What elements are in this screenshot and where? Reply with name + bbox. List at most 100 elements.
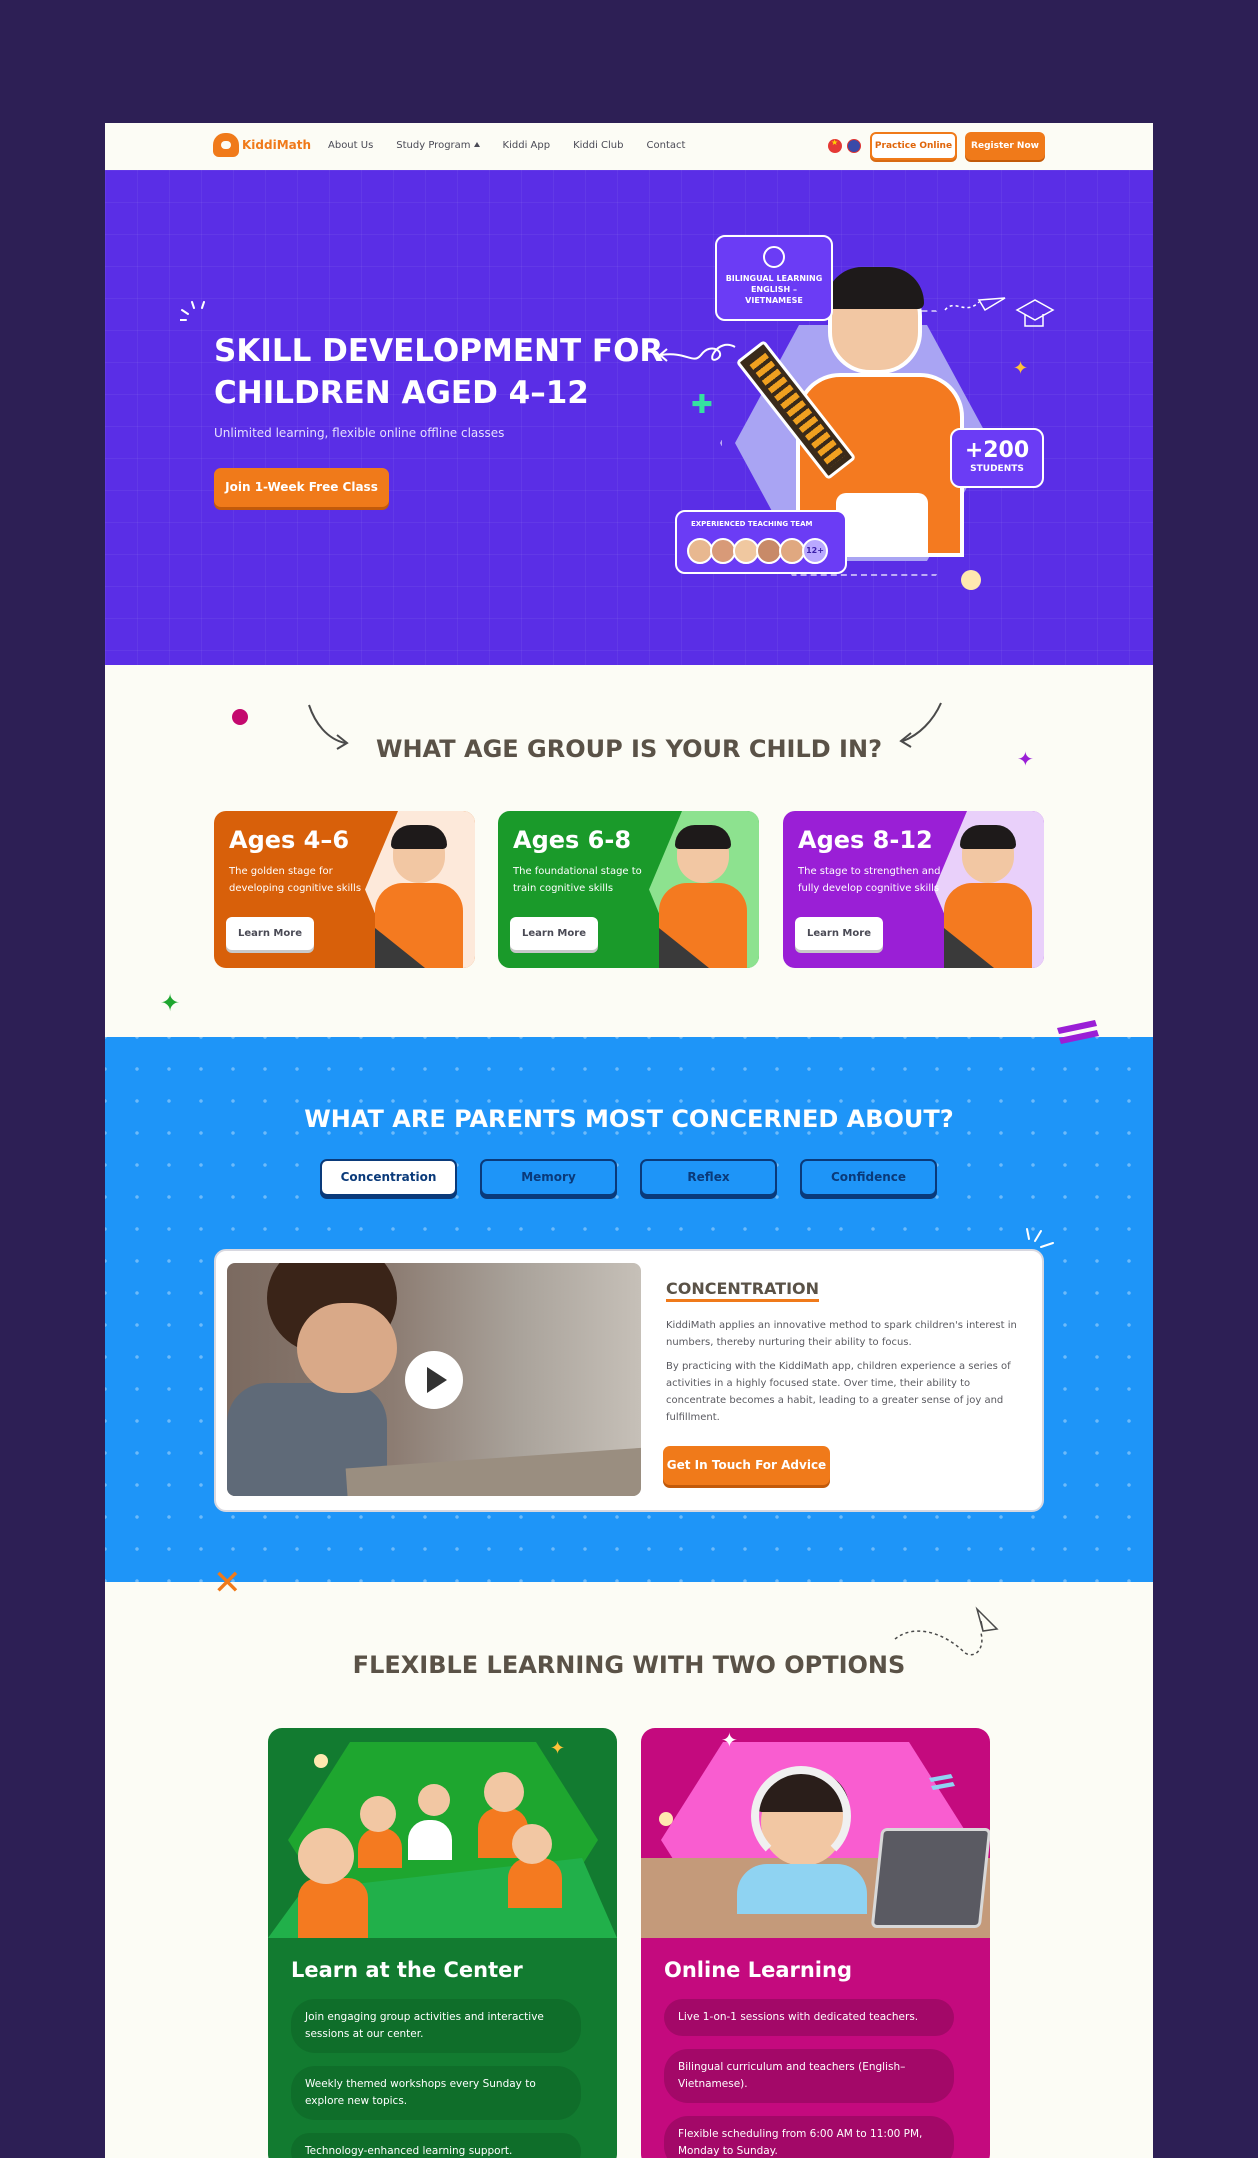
headphones-icon bbox=[751, 1766, 851, 1866]
child-image bbox=[371, 825, 467, 968]
x-icon: ✕ bbox=[213, 1563, 242, 1603]
girl-face bbox=[297, 1303, 397, 1393]
curly-arrow-icon bbox=[658, 343, 736, 362]
age-card-title: Ages 8-12 bbox=[798, 826, 933, 854]
star-icon: ✦ bbox=[550, 1738, 566, 1759]
nav-contact[interactable]: Contact bbox=[647, 140, 686, 151]
concern-paragraph-2: By practicing with the KiddiMath app, ch… bbox=[666, 1361, 1011, 1423]
video-player[interactable] bbox=[227, 1263, 641, 1496]
uk-flag-icon[interactable] bbox=[847, 139, 861, 153]
option-title: Learn at the Center bbox=[291, 1958, 523, 1982]
laptop-icon bbox=[870, 1828, 990, 1928]
learn-more-button[interactable]: Learn More bbox=[795, 917, 883, 950]
option-item: Bilingual curriculum and teachers (Engli… bbox=[664, 2049, 954, 2103]
concern-paragraph-1: KiddiMath applies an innovative method t… bbox=[666, 1320, 1017, 1348]
nav-kiddi-club[interactable]: Kiddi Club bbox=[573, 140, 623, 151]
child-image bbox=[940, 825, 1036, 968]
double-bar-icon bbox=[929, 1774, 955, 1790]
dot-decoration bbox=[961, 570, 981, 590]
dot-decoration bbox=[659, 1812, 673, 1826]
join-free-class-button[interactable]: Join 1-Week Free Class bbox=[214, 468, 389, 507]
child-body bbox=[659, 883, 747, 968]
logo-text: KiddiMath bbox=[242, 138, 312, 152]
tab-reflex[interactable]: Reflex bbox=[640, 1159, 777, 1196]
child-hair bbox=[826, 267, 924, 309]
teaching-team-badge: EXPERIENCED TEACHING TEAM 12+ bbox=[675, 510, 847, 574]
child-head bbox=[484, 1772, 524, 1812]
option-card-online: ✦ Online Learning Live 1-on-1 sessions w… bbox=[641, 1728, 990, 2158]
double-bar-icon bbox=[1057, 1020, 1099, 1044]
option-item: Technology-enhanced learning support. bbox=[291, 2133, 581, 2158]
child-shirt bbox=[737, 1864, 867, 1914]
students-count: +200 bbox=[964, 438, 1030, 463]
age-card-6-8[interactable]: Ages 6-8 The foundational stage to train… bbox=[498, 811, 759, 968]
sparkle-icon: ✦ bbox=[721, 1728, 738, 1752]
bilingual-label: BILINGUAL LEARNING ENGLISH – VIETNAMESE bbox=[725, 274, 823, 305]
sparkle-icon: ✦ bbox=[160, 989, 181, 1017]
age-section-title: WHAT AGE GROUP IS YOUR CHILD IN? bbox=[376, 735, 882, 763]
learn-more-button[interactable]: Learn More bbox=[510, 917, 598, 950]
play-icon[interactable] bbox=[405, 1351, 463, 1409]
nav-about-us[interactable]: About Us bbox=[328, 140, 373, 151]
child-hair bbox=[675, 825, 731, 849]
tab-confidence[interactable]: Confidence bbox=[800, 1159, 937, 1196]
child-hair bbox=[960, 825, 1016, 849]
age-card-description: The foundational stage to train cognitiv… bbox=[513, 866, 642, 894]
flexible-section-title: FLEXIBLE LEARNING WITH TWO OPTIONS bbox=[352, 1651, 906, 1679]
child-head bbox=[512, 1824, 552, 1864]
navbar: KiddiMath About Us Study Program Kiddi A… bbox=[105, 123, 1153, 170]
concern-section: WHAT ARE PARENTS MOST CONCERNED ABOUT? C… bbox=[105, 1037, 1153, 1582]
age-card-title: Ages 4–6 bbox=[229, 826, 350, 854]
child-hair bbox=[391, 825, 447, 849]
globe-icon bbox=[763, 246, 785, 268]
concern-content-card: CONCENTRATION KiddiMath applies an innov… bbox=[214, 1249, 1044, 1512]
practice-online-button[interactable]: Practice Online bbox=[870, 132, 957, 160]
option-item: Live 1-on-1 sessions with dedicated teac… bbox=[664, 1999, 954, 2036]
landing-page: KiddiMath About Us Study Program Kiddi A… bbox=[105, 123, 1153, 2158]
child-head bbox=[298, 1828, 354, 1884]
age-card-description: The golden stage for developing cognitiv… bbox=[229, 866, 362, 894]
logo[interactable]: KiddiMath bbox=[213, 133, 311, 157]
option-title: Online Learning bbox=[664, 1958, 852, 1982]
register-now-button[interactable]: Register Now bbox=[965, 132, 1045, 160]
star-icon: ✦ bbox=[1013, 358, 1029, 379]
get-in-touch-button[interactable]: Get In Touch For Advice bbox=[663, 1446, 830, 1485]
paper-plane-grad-cap-icon bbox=[944, 297, 1055, 327]
nav-study-program-label: Study Program bbox=[396, 140, 471, 151]
dot-decoration bbox=[314, 1754, 328, 1768]
students-badge: +200 STUDENTS bbox=[950, 428, 1044, 488]
teaching-team-label: EXPERIENCED TEACHING TEAM bbox=[691, 520, 813, 528]
tab-memory[interactable]: Memory bbox=[480, 1159, 617, 1196]
more-teachers-count: 12+ bbox=[802, 538, 828, 564]
caret-up-icon bbox=[473, 142, 480, 147]
nav-kiddi-app[interactable]: Kiddi App bbox=[503, 140, 551, 151]
concern-section-title: WHAT ARE PARENTS MOST CONCERNED ABOUT? bbox=[304, 1105, 954, 1133]
teacher-avatars: 12+ bbox=[687, 538, 828, 564]
child-shirt bbox=[358, 1828, 402, 1868]
nav-study-program[interactable]: Study Program bbox=[396, 140, 480, 151]
child-shirt bbox=[508, 1858, 562, 1908]
option-item: Weekly themed workshops every Sunday to … bbox=[291, 2066, 581, 2120]
option-card-center: ✦ Learn at the Center Join engaging grou… bbox=[268, 1728, 617, 2158]
hero-subtitle: Unlimited learning, flexible online offl… bbox=[214, 426, 505, 440]
learn-more-button[interactable]: Learn More bbox=[226, 917, 314, 950]
age-card-8-12[interactable]: Ages 8-12 The stage to strengthen and fu… bbox=[783, 811, 1044, 968]
nav-links: About Us Study Program Kiddi App Kiddi C… bbox=[328, 140, 708, 151]
hero-title: SKILL DEVELOPMENT FOR CHILDREN AGED 4–12 bbox=[214, 333, 664, 411]
age-card-description: The stage to strengthen and fully develo… bbox=[798, 866, 941, 894]
vietnam-flag-icon[interactable] bbox=[828, 138, 842, 153]
concern-heading: CONCENTRATION bbox=[666, 1279, 820, 1302]
dot-decoration bbox=[232, 709, 248, 725]
option-item: Flexible scheduling from 6:00 AM to 11:0… bbox=[664, 2116, 954, 2158]
students-label: STUDENTS bbox=[970, 464, 1024, 474]
child-head bbox=[360, 1796, 396, 1832]
book bbox=[345, 1447, 641, 1496]
child-image bbox=[655, 825, 751, 968]
child-body bbox=[375, 883, 463, 968]
tab-concentration[interactable]: Concentration bbox=[320, 1159, 457, 1196]
option-item: Join engaging group activities and inter… bbox=[291, 1999, 581, 2053]
child-body bbox=[944, 883, 1032, 968]
teacher-head bbox=[418, 1784, 450, 1816]
teacher-shirt bbox=[408, 1820, 452, 1860]
age-card-4-6[interactable]: Ages 4–6 The golden stage for developing… bbox=[214, 811, 475, 968]
